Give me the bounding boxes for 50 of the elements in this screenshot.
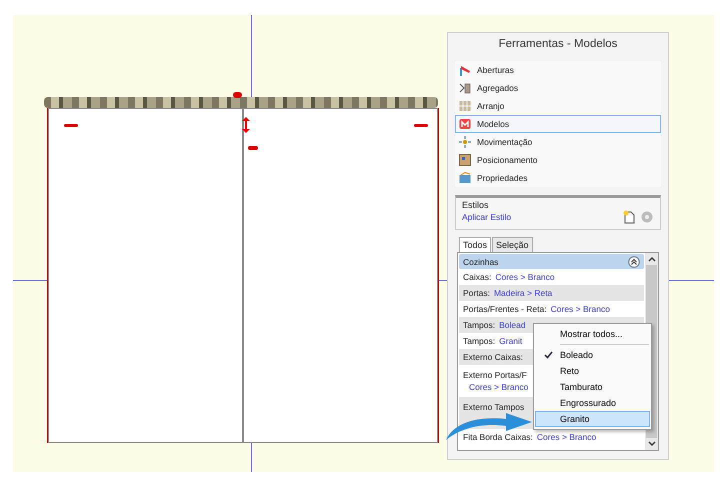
nav-item[interactable]: Aberturas: [455, 61, 661, 79]
handle-marker: [233, 92, 242, 98]
menu-item[interactable]: Mostrar todos...: [535, 326, 650, 342]
menu-item[interactable]: Engrossurado: [535, 395, 650, 411]
apply-style-link[interactable]: Aplicar Estilo: [462, 212, 512, 222]
menu-item[interactable]: Boleado: [535, 347, 650, 363]
list-row[interactable]: Portas/Frentes - Reta: Cores > Branco: [459, 301, 644, 317]
row-value: Granit: [499, 336, 522, 346]
row-label: Portas:: [463, 288, 490, 298]
tab[interactable]: Todos: [459, 237, 492, 252]
nav-item[interactable]: Movimentação: [455, 133, 661, 151]
row-label: Externo Tampos: [463, 402, 524, 412]
list-row[interactable]: Fita Borda Caixas: Cores > Branco: [459, 429, 644, 445]
row-label: Fita Borda Caixas:: [463, 432, 533, 442]
row-label: Externo Portas/F: [463, 370, 527, 380]
panel-title: Ferramentas - Modelos: [498, 37, 618, 52]
tab[interactable]: Seleção: [492, 237, 533, 252]
group-title: Estilos: [462, 200, 490, 210]
menu-item[interactable]: Reto: [535, 363, 650, 379]
row-value: Cores > Branco: [468, 382, 528, 392]
check-icon: [544, 351, 552, 359]
collapse-icon[interactable]: [628, 256, 640, 268]
row-value: Madeira > Reta: [494, 288, 552, 298]
list-row[interactable]: Caixas: Cores > Branco: [459, 269, 644, 285]
menu-item[interactable]: Granito: [535, 411, 650, 427]
row-label: Portas/Frentes - Reta:: [463, 304, 547, 314]
row-label: Caixas:: [463, 272, 492, 282]
row-value: Cores > Branco: [536, 432, 596, 442]
nav-item[interactable]: Agregados: [455, 79, 661, 97]
category-header[interactable]: Cozinhas: [459, 254, 644, 269]
scroll-up-icon[interactable]: [648, 256, 656, 262]
category-title: Cozinhas: [463, 256, 498, 266]
nav-item[interactable]: Posicionamento: [455, 151, 661, 169]
model-icon: [459, 118, 471, 130]
flag-icon: [459, 64, 471, 76]
scroll-down-icon[interactable]: [648, 441, 656, 447]
row-value: Cores > Branco: [495, 272, 555, 282]
list-row[interactable]: Portas: Madeira > Reta: [459, 285, 644, 301]
menu-item[interactable]: Tamburato: [535, 379, 650, 395]
new-document-icon[interactable]: [622, 210, 636, 224]
nav-item[interactable]: Propriedades: [455, 169, 661, 187]
row-label: Tampos:: [463, 336, 496, 346]
move-icon: [459, 136, 471, 148]
row-value: Cores > Branco: [550, 304, 610, 314]
nav-item[interactable]: Modelos: [455, 115, 661, 133]
row-label: Tampos:: [463, 320, 496, 330]
nav-item[interactable]: Arranjo: [455, 97, 661, 115]
board-icon: [459, 154, 471, 166]
row-label: Externo Caixas:: [463, 352, 523, 362]
row-value: Bolead: [499, 320, 526, 330]
